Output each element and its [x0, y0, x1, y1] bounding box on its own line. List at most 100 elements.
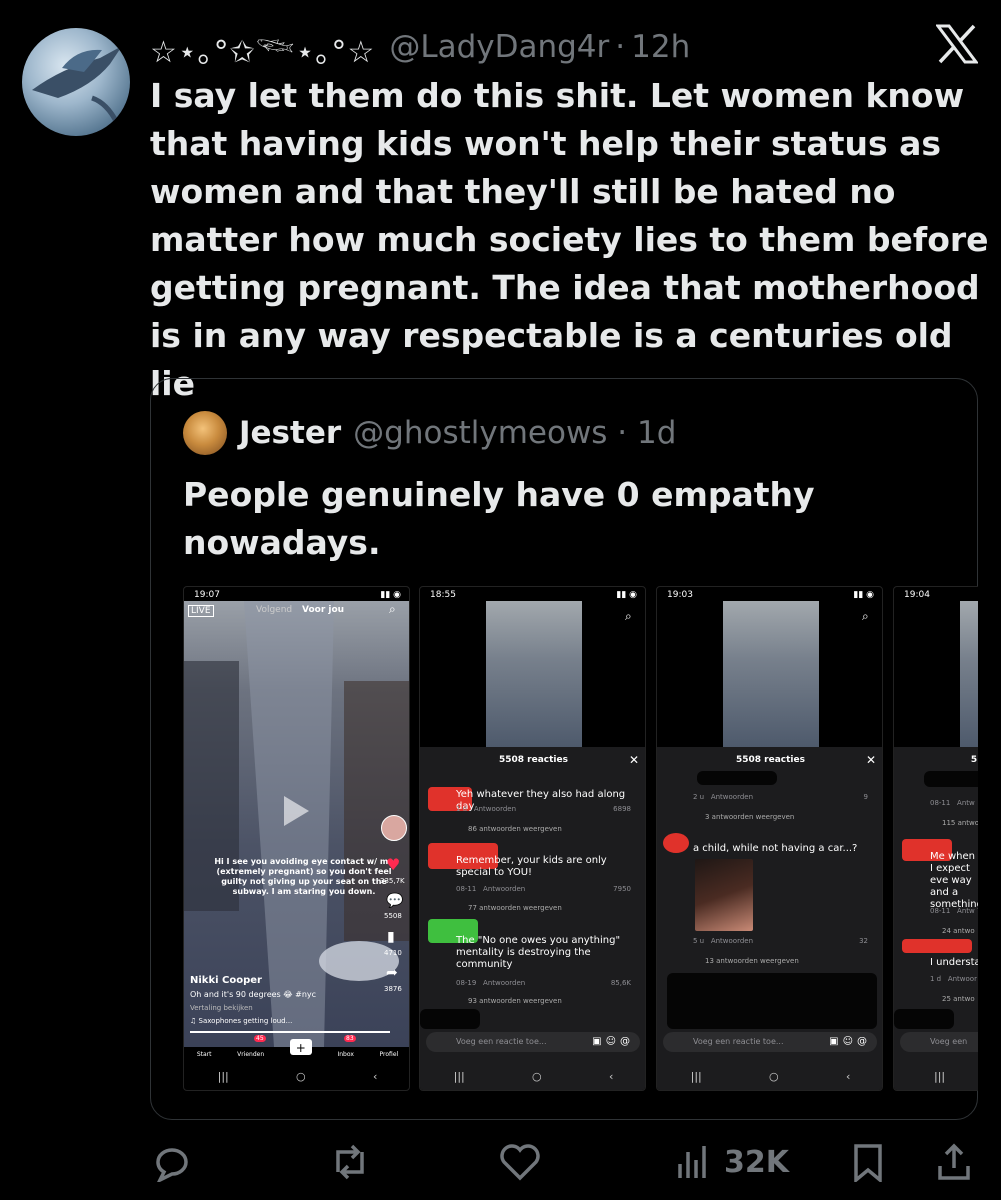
- creator-avatar[interactable]: [381, 815, 407, 841]
- progress-bar[interactable]: [190, 1031, 390, 1033]
- input-icons[interactable]: ▣☺@: [592, 1032, 634, 1052]
- quoted-avatar[interactable]: [183, 411, 227, 455]
- view-replies[interactable]: 13 antwoorden weergeven: [705, 957, 799, 965]
- gif-image[interactable]: [695, 859, 753, 931]
- back-icon[interactable]: ‹: [846, 1070, 850, 1083]
- input-icons[interactable]: ▣☺@: [829, 1032, 871, 1052]
- quoted-media[interactable]: 19:07 ▮▮ ◉ LIVE Volgend Voor jou ⌕ Hi I …: [183, 586, 978, 1091]
- like-button[interactable]: [498, 1140, 542, 1184]
- reply-button[interactable]: Antwoorden: [711, 793, 753, 801]
- separator-dot: ·: [615, 29, 626, 65]
- search-icon[interactable]: ⌕: [862, 609, 869, 624]
- tweet-actions: 32K: [150, 1130, 990, 1190]
- video-thumbnail[interactable]: [723, 601, 819, 747]
- comment-age: 2 u: [693, 793, 705, 801]
- home-icon[interactable]: ○: [296, 1070, 306, 1083]
- back-icon[interactable]: ‹: [373, 1070, 377, 1083]
- comment-meta: 1 d Antwoorden 6898: [456, 805, 631, 813]
- reply-button[interactable]: Antw: [957, 799, 975, 807]
- android-nav: |||: [894, 1062, 978, 1090]
- reply-button[interactable]: Antw: [957, 907, 975, 915]
- views-icon: [678, 1146, 706, 1178]
- share-icon: [938, 1143, 970, 1180]
- screenshot-4[interactable]: 19:04 5 08-11 Antw 115 antwo Me when I e…: [893, 586, 978, 1091]
- author-handle[interactable]: @LadyDang4r: [389, 29, 609, 65]
- comment-age: 1 d: [456, 805, 468, 813]
- x-logo-icon[interactable]: [936, 24, 978, 64]
- search-icon[interactable]: ⌕: [389, 602, 396, 617]
- nav-start[interactable]: Start: [197, 1035, 212, 1063]
- reply-button[interactable]: Antwoorden: [474, 805, 516, 813]
- tab-for-you[interactable]: Voor jou: [302, 605, 344, 615]
- share-icon[interactable]: ➦: [386, 965, 398, 981]
- video-caption: Hi I see you avoiding eye contact w/ me …: [214, 857, 394, 896]
- reply-button[interactable]: Antwoor: [948, 975, 977, 983]
- live-badge[interactable]: LIVE: [188, 605, 214, 617]
- comment-likes[interactable]: 9: [864, 793, 868, 801]
- comment-input[interactable]: Voeg een reactie toe... ▣☺@: [663, 1032, 877, 1052]
- close-icon[interactable]: ✕: [629, 753, 639, 767]
- comment-text: I understa: [930, 957, 978, 968]
- view-replies[interactable]: 24 antwo: [942, 927, 975, 935]
- status-icons: ▮▮ ◉: [616, 590, 637, 600]
- view-replies[interactable]: 25 antwo: [942, 995, 975, 1003]
- quoted-tweet[interactable]: Jester @ghostlymeows · 1d People genuine…: [150, 378, 978, 1120]
- tweet-time[interactable]: 12h: [631, 29, 690, 65]
- reply-button[interactable]: Antwoorden: [711, 937, 753, 945]
- nav-create-button[interactable]: +: [289, 1039, 312, 1055]
- home-icon[interactable]: ○: [532, 1070, 542, 1083]
- share-button[interactable]: [934, 1140, 974, 1184]
- comment-input[interactable]: Voeg een reactie toe... ▣☺@: [426, 1032, 640, 1052]
- nav-profile[interactable]: Profiel: [380, 1035, 399, 1063]
- reply-button[interactable]: Antwoorden: [483, 979, 525, 987]
- tab-following[interactable]: Volgend: [256, 605, 292, 615]
- comment-input[interactable]: Voeg een: [900, 1032, 978, 1052]
- recent-apps-icon[interactable]: |||: [691, 1070, 702, 1083]
- repost-button[interactable]: [328, 1140, 372, 1184]
- comment-text: a child, while not having a car...?: [693, 843, 858, 854]
- view-replies[interactable]: 86 antwoorden weergeven: [468, 825, 562, 833]
- recent-apps-icon[interactable]: |||: [218, 1070, 229, 1083]
- quoted-time[interactable]: 1d: [637, 415, 676, 451]
- recent-apps-icon[interactable]: |||: [934, 1070, 945, 1083]
- reply-button[interactable]: Antwoorden: [483, 885, 525, 893]
- view-replies[interactable]: 77 antwoorden weergeven: [468, 904, 562, 912]
- screenshot-3[interactable]: 19:03 ▮▮ ◉ ⌕ 5508 reacties ✕ 2 u Antwoor…: [656, 586, 883, 1091]
- bookmark-button[interactable]: [850, 1140, 886, 1184]
- translate-link[interactable]: Vertaling bekijken: [190, 1004, 253, 1012]
- video-thumbnail[interactable]: [960, 601, 978, 747]
- sound-name[interactable]: ♫ Saxophones getting loud...: [190, 1017, 292, 1025]
- video-thumbnail[interactable]: [486, 601, 582, 747]
- views-count: 32K: [724, 1144, 789, 1180]
- heart-icon[interactable]: ♥: [386, 855, 400, 874]
- close-icon[interactable]: ✕: [866, 753, 876, 767]
- reply-icon: [156, 1148, 188, 1182]
- comment-age: 5 u: [693, 937, 705, 945]
- comment-likes[interactable]: 32: [859, 937, 868, 945]
- screenshot-1[interactable]: 19:07 ▮▮ ◉ LIVE Volgend Voor jou ⌕ Hi I …: [183, 586, 410, 1091]
- quoted-name[interactable]: Jester: [239, 415, 341, 451]
- back-icon[interactable]: ‹: [609, 1070, 613, 1083]
- author-avatar[interactable]: [22, 28, 130, 136]
- search-icon[interactable]: ⌕: [625, 609, 632, 624]
- view-replies[interactable]: 115 antwo: [942, 819, 978, 827]
- bookmark-icon[interactable]: ▮: [387, 929, 395, 945]
- author-display-name[interactable]: ☆⋆｡°✩𓆝⋆｡°☆: [150, 22, 375, 72]
- recent-apps-icon[interactable]: |||: [454, 1070, 465, 1083]
- home-icon[interactable]: ○: [769, 1070, 779, 1083]
- comment-text: The "No one owes you anything" mentality…: [456, 935, 621, 970]
- comment-meta: 1 d Antwoor: [930, 975, 978, 983]
- view-replies[interactable]: 93 antwoorden weergeven: [468, 997, 562, 1005]
- comments-count: 5508: [384, 912, 402, 920]
- comment-likes[interactable]: 6898: [613, 805, 631, 813]
- comment-icon[interactable]: 💬: [386, 893, 403, 909]
- input-placeholder: Voeg een: [930, 1037, 968, 1046]
- screenshot-2[interactable]: 18:55 ▮▮ ◉ ⌕ 5508 reacties ✕ Yeh whateve…: [419, 586, 646, 1091]
- reply-button[interactable]: [150, 1140, 194, 1184]
- comment-likes[interactable]: 7950: [613, 885, 631, 893]
- quoted-handle[interactable]: @ghostlymeows: [353, 415, 607, 451]
- view-replies[interactable]: 3 antwoorden weergeven: [705, 813, 794, 821]
- views-button[interactable]: 32K: [674, 1140, 789, 1184]
- video-username[interactable]: Nikki Cooper: [190, 975, 262, 986]
- comment-likes[interactable]: 85,6K: [611, 979, 631, 987]
